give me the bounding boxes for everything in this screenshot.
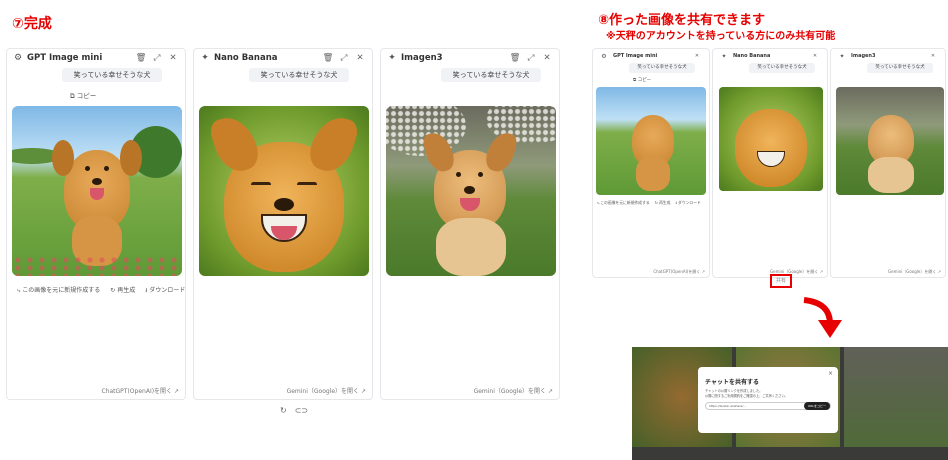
- close-icon[interactable]: ✕: [927, 53, 939, 59]
- action-label: 再生成: [659, 200, 671, 205]
- regenerate-button[interactable]: ↻ 再生成: [655, 200, 671, 207]
- trash-icon[interactable]: 🗑: [322, 53, 334, 63]
- regenerate-button[interactable]: ↻ 再生成: [110, 285, 135, 296]
- panel-header: ⚙ GPT Image mini 🗑 ⤢ ✕: [7, 49, 185, 67]
- action-label: この画像を元に新規作成する: [600, 200, 650, 205]
- panel-header: ⚙ GPT Image mini ✕: [593, 49, 709, 63]
- action-label: 再生成: [117, 287, 136, 294]
- share-url-field[interactable]: URLをコピー https://tenbin.ai/share/...: [705, 402, 831, 410]
- sparkle-icon: ✦: [388, 53, 396, 63]
- prompt-bubble: 笑っている幸せそうな犬: [629, 63, 695, 73]
- share-url-text: https://tenbin.ai/share/...: [709, 404, 747, 408]
- red-arrow-icon: [803, 297, 842, 338]
- new-from-image-button[interactable]: ⤷ この画像を元に新規作成する: [17, 285, 100, 296]
- image-actions: ⤷ この画像を元に新規作成する ↻ 再生成 ⭳ ダウンロード: [597, 200, 701, 207]
- panel-title: Imagen3: [401, 53, 443, 63]
- panel-header: ✦ Imagen3 ✕: [831, 49, 945, 63]
- footer-label: Gemini（Google）を開く: [473, 388, 547, 395]
- footer-label: Gemini（Google）を開く: [286, 388, 360, 395]
- copy-label: コピー: [76, 92, 97, 100]
- heading-share: ⑧作った画像を共有できます: [598, 13, 766, 28]
- copy-button[interactable]: ⧉ コピー: [633, 77, 651, 83]
- panel-header: ✦ Nano Banana 🗑 ⤢ ✕: [194, 49, 372, 67]
- generated-image[interactable]: [596, 87, 706, 195]
- share-link-icon[interactable]: ⊂⊃: [295, 406, 308, 415]
- share-chat-modal: × チャットを共有する チャットの公開リンクを作成しました。 公開に関するご利用…: [698, 367, 838, 433]
- copy-url-button[interactable]: URLをコピー: [804, 402, 830, 410]
- prompt-bubble: 笑っている幸せそうな犬: [441, 68, 541, 82]
- panel-gpt: ⚙ GPT Image mini 🗑 ⤢ ✕ 笑っている幸せそうな犬 ⧉ コピー…: [6, 48, 186, 400]
- open-chatgpt-link[interactable]: ChatGPT(OpenAI)を開く ↗: [653, 269, 705, 275]
- expand-icon[interactable]: ⤢: [338, 53, 350, 63]
- mini-panel-gpt: ⚙ GPT Image mini ✕ 笑っている幸せそうな犬 ⧉ コピー ⤷ こ…: [592, 48, 710, 278]
- close-icon[interactable]: ✕: [167, 53, 179, 63]
- generated-image[interactable]: [199, 106, 369, 276]
- mini-panel-imagen: ✦ Imagen3 ✕ 笑っている幸せそうな犬 Gemini（Google）を開…: [830, 48, 946, 278]
- generated-image[interactable]: [12, 106, 182, 276]
- close-icon[interactable]: ✕: [354, 53, 366, 63]
- heading-share-note: ※天秤のアカウントを持っている方にのみ共有可能: [606, 31, 836, 42]
- image-actions: ⤷ この画像を元に新規作成する ↻ 再生成 ⭳ ダウンロード: [17, 285, 185, 296]
- panel-title: Nano Banana: [733, 53, 771, 59]
- close-icon[interactable]: ✕: [691, 53, 703, 59]
- sparkle-icon: ✦: [201, 53, 209, 63]
- share-bar: ↻ ⊂⊃: [280, 406, 308, 415]
- modal-close-icon[interactable]: ×: [828, 370, 833, 377]
- open-gemini-link[interactable]: Gemini（Google）を開く ↗: [287, 386, 366, 395]
- mini-panel-nano: ✦ Nano Banana ✕ 笑っている幸せそうな犬 Gemini（Googl…: [712, 48, 828, 278]
- panel-title: Nano Banana: [214, 53, 278, 63]
- download-button[interactable]: ⭳ ダウンロード: [675, 200, 700, 207]
- panel-title: GPT Image mini: [27, 53, 103, 63]
- highlighted-share-button[interactable]: 共有: [770, 274, 792, 288]
- footer-label: ChatGPT(OpenAI)を開く: [653, 269, 701, 274]
- model-icon: ⚙: [601, 52, 607, 60]
- download-button[interactable]: ⭳ ダウンロード: [145, 285, 185, 296]
- sparkle-icon: ✦: [721, 52, 727, 60]
- modal-description: チャットの公開リンクを作成しました。 公開に関するご利用規約をご確認の上、ご共有…: [705, 389, 831, 398]
- panel-nano: ✦ Nano Banana 🗑 ⤢ ✕ 笑っている幸せそうな犬 Gemini（G…: [193, 48, 373, 400]
- panel-header: ✦ Imagen3 🗑 ⤢ ✕: [381, 49, 559, 67]
- footer-label: ChatGPT(OpenAI)を開く: [101, 388, 173, 395]
- panel-title: GPT Image mini: [613, 53, 658, 59]
- generated-image[interactable]: [386, 106, 556, 276]
- prompt-bubble: 笑っている幸せそうな犬: [249, 68, 349, 82]
- close-icon[interactable]: ✕: [541, 53, 553, 63]
- trash-icon[interactable]: 🗑: [509, 53, 521, 63]
- panel-imagen: ✦ Imagen3 🗑 ⤢ ✕ 笑っている幸せそうな犬 Gemini（Googl…: [380, 48, 560, 400]
- copy-button[interactable]: ⧉ コピー: [70, 90, 96, 101]
- generated-image[interactable]: [719, 87, 823, 191]
- trash-icon[interactable]: 🗑: [135, 53, 147, 63]
- expand-icon[interactable]: ⤢: [525, 53, 537, 63]
- regenerate-all-icon[interactable]: ↻: [280, 406, 287, 415]
- prompt-bubble: 笑っている幸せそうな犬: [749, 63, 815, 73]
- prompt-bubble: 笑っている幸せそうな犬: [867, 63, 933, 73]
- open-gemini-link[interactable]: Gemini（Google）を開く ↗: [888, 269, 941, 275]
- action-label: この画像を元に新規作成する: [22, 287, 101, 294]
- panel-header: ✦ Nano Banana ✕: [713, 49, 827, 63]
- prompt-bubble: 笑っている幸せそうな犬: [62, 68, 162, 82]
- footer-label: Gemini（Google）を開く: [888, 269, 937, 274]
- expand-icon[interactable]: ⤢: [151, 53, 163, 63]
- model-icon: ⚙: [13, 53, 23, 63]
- copy-label: コピー: [637, 78, 652, 83]
- action-label: ダウンロード: [678, 200, 701, 205]
- modal-title: チャットを共有する: [705, 379, 759, 386]
- generated-image[interactable]: [836, 87, 944, 195]
- open-chatgpt-link[interactable]: ChatGPT(OpenAI)を開く ↗: [102, 386, 179, 395]
- heading-complete: ⑦完成: [12, 16, 52, 32]
- action-label: ダウンロード: [149, 287, 186, 294]
- sparkle-icon: ✦: [839, 52, 845, 60]
- panel-title: Imagen3: [851, 53, 876, 59]
- open-gemini-link[interactable]: Gemini（Google）を開く ↗: [474, 386, 553, 395]
- new-from-image-button[interactable]: ⤷ この画像を元に新規作成する: [597, 200, 650, 207]
- close-icon[interactable]: ✕: [809, 53, 821, 59]
- modal-description-line-2: 公開に関するご利用規約をご確認の上、ご共有ください。: [705, 393, 788, 398]
- share-modal-screenshot: × チャットを共有する チャットの公開リンクを作成しました。 公開に関するご利用…: [632, 347, 948, 460]
